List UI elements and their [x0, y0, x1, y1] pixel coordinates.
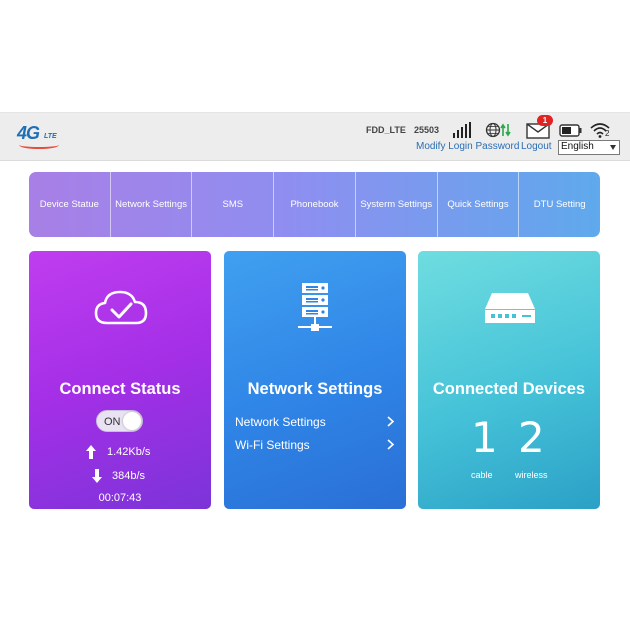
nav-network-settings[interactable]: Network Settings	[111, 172, 193, 237]
wifi-settings-link[interactable]: Wi-Fi Settings	[235, 436, 395, 454]
connected-devices-title: Connected Devices	[432, 380, 586, 398]
toggle-label: ON	[104, 416, 121, 428]
wifi-client-count: 2	[605, 129, 610, 138]
network-code: 25503	[414, 125, 440, 135]
nav-system-settings[interactable]: Systerm Settings	[356, 172, 438, 237]
logo-subtext: LTE	[44, 133, 57, 140]
nav-sms[interactable]: SMS	[192, 172, 275, 237]
logout-link[interactable]: Logout	[521, 141, 552, 152]
chevron-down-icon	[610, 145, 616, 150]
connection-duration: 00:07:43	[98, 492, 142, 504]
nav-quick-settings[interactable]: Quick Settings	[438, 172, 520, 237]
network-settings-title: Network Settings	[247, 380, 383, 398]
network-settings-card: Network Settings Network Settings Wi-Fi …	[224, 251, 406, 509]
network-settings-link[interactable]: Network Settings	[235, 413, 395, 431]
toggle-knob	[123, 412, 141, 430]
cloud-check-icon	[94, 290, 148, 325]
server-icon	[298, 283, 332, 331]
chevron-right-icon	[387, 439, 395, 450]
nav-phonebook[interactable]: Phonebook	[274, 172, 356, 237]
language-select-value: English	[561, 141, 594, 152]
network-settings-link-label: Network Settings	[235, 415, 326, 429]
connect-status-title: Connect Status	[59, 380, 181, 398]
wireless-label: wireless	[515, 470, 548, 480]
upload-arrow-icon	[86, 445, 96, 459]
main-nav: Device Statue Network Settings SMS Phone…	[29, 172, 600, 237]
battery-icon	[559, 124, 582, 137]
network-operator: FDD_LTE	[366, 125, 406, 135]
modify-password-link[interactable]: Modify Login Password	[416, 141, 519, 152]
download-arrow-icon	[92, 469, 102, 483]
logo-arc	[19, 141, 59, 149]
connected-devices-card: Connected Devices 1 2 cable wireless	[418, 251, 600, 509]
language-select[interactable]: English	[558, 140, 620, 155]
connect-status-card: Connect Status ON 1.42Kb/s 384b/s 00:07:…	[29, 251, 211, 509]
nav-device-status[interactable]: Device Statue	[29, 172, 111, 237]
chevron-right-icon	[387, 416, 395, 427]
wifi-settings-link-label: Wi-Fi Settings	[235, 438, 310, 452]
mail-unread-badge: 1	[537, 115, 553, 126]
connection-toggle[interactable]: ON	[96, 410, 143, 432]
nav-dtu-setting[interactable]: DTU Setting	[519, 172, 600, 237]
logo-4g-lte: 4G LTE	[17, 123, 65, 149]
cable-device-count: 1	[471, 413, 498, 462]
signal-strength-icon	[453, 122, 471, 138]
upload-speed: 1.42Kb/s	[107, 446, 151, 458]
wireless-device-count: 2	[518, 413, 545, 462]
router-icon	[485, 293, 535, 323]
cable-label: cable	[471, 470, 493, 480]
download-speed: 384b/s	[112, 470, 146, 482]
top-header: 4G LTE FDD_LTE 25503 1 2 Modify Login Pa…	[0, 112, 630, 161]
internet-globe-icon	[485, 122, 511, 138]
